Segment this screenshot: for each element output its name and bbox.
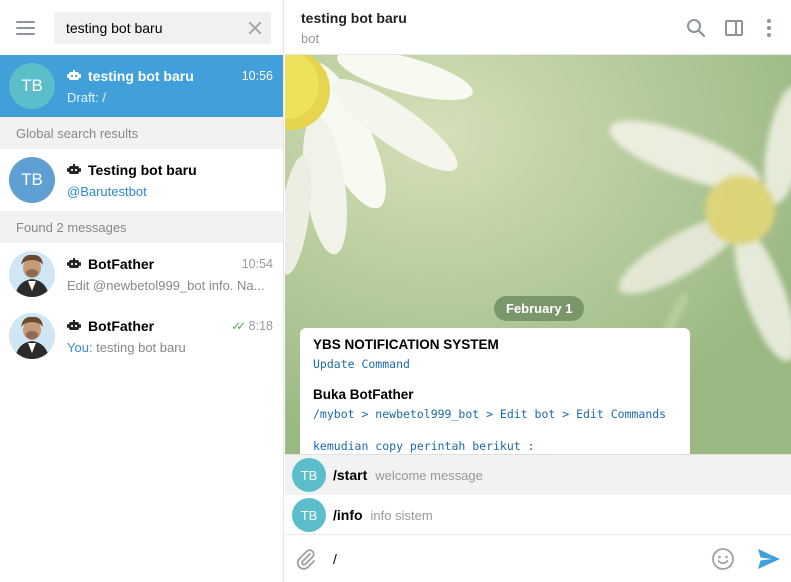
command-suggestions: TB /start welcome message TB /info info … (285, 454, 791, 534)
sidebar-icon[interactable] (724, 18, 744, 38)
message-preview: Edit @newbetol999_bot info. Na... (67, 277, 265, 293)
bot-icon (67, 164, 81, 174)
avatar: TB (292, 498, 326, 532)
draft-text: / (98, 89, 107, 105)
bubble-code: kemudian copy perintah berikut : (313, 439, 535, 453)
chat-name: BotFather (88, 317, 155, 334)
avatar: TB (9, 63, 55, 109)
more-icon[interactable] (765, 18, 773, 38)
bot-icon (67, 258, 81, 268)
menu-icon[interactable] (14, 18, 37, 38)
message-input[interactable] (317, 550, 711, 567)
chat-header[interactable]: testing bot baru bot (285, 0, 791, 55)
command-description: info sistem (370, 507, 433, 523)
command-description: welcome message (375, 467, 483, 483)
search-bar (0, 0, 283, 55)
username: @Barutestbot (67, 183, 147, 199)
message-time-group: ✓✓ 8:18 (231, 319, 273, 333)
bot-icon (67, 320, 81, 330)
message-bubble[interactable]: YBS NOTIFICATION SYSTEM Update Command B… (300, 328, 690, 454)
search-icon[interactable] (686, 18, 706, 38)
send-icon[interactable] (757, 548, 781, 570)
sender-label: You: (67, 339, 93, 355)
botfather-avatar (9, 251, 55, 297)
chat-name: Testing bot baru (88, 161, 197, 178)
avatar: TB (292, 458, 326, 492)
attach-icon[interactable] (295, 548, 317, 570)
search-box[interactable] (54, 11, 271, 44)
bubble-code: /mybot > newbetol999_bot > Edit bot > Ed… (313, 407, 667, 421)
chat-panel: testing bot baru bot February 1 YBS NOTI… (285, 0, 791, 582)
bubble-code: Update Command (313, 357, 410, 371)
message-time: 8:18 (248, 318, 273, 333)
emoji-icon[interactable] (711, 547, 735, 571)
search-input[interactable] (66, 19, 247, 36)
command-name: /start (333, 467, 368, 483)
chat-item-active[interactable]: TB testing bot baru 10:56 Draft: / (0, 55, 283, 117)
clear-icon[interactable] (247, 20, 263, 36)
chat-name: BotFather (88, 255, 155, 272)
draft-label: Draft: (67, 89, 99, 105)
bubble-line: YBS NOTIFICATION SYSTEM (313, 337, 499, 352)
section-header: Found 2 messages (0, 211, 283, 243)
command-suggestion[interactable]: TB /info info sistem (285, 495, 791, 535)
message-preview: testing bot baru (92, 339, 186, 355)
avatar: TB (9, 157, 55, 203)
message-composer (285, 534, 791, 582)
command-suggestion[interactable]: TB /start welcome message (285, 455, 791, 495)
message-area[interactable]: February 1 YBS NOTIFICATION SYSTEM Updat… (285, 55, 791, 454)
botfather-avatar (9, 313, 55, 359)
chat-time: 10:56 (241, 68, 273, 83)
chat-name: testing bot baru (88, 67, 194, 84)
bot-icon (67, 70, 81, 80)
bubble-line: Buka BotFather (313, 387, 414, 402)
message-time: 10:54 (241, 256, 273, 271)
command-name: /info (333, 507, 363, 523)
date-divider: February 1 (494, 296, 585, 321)
message-result[interactable]: BotFather 10:54 Edit @newbetol999_bot in… (0, 243, 283, 305)
chat-list-panel: TB testing bot baru 10:56 Draft: / Globa… (0, 0, 284, 582)
double-check-icon: ✓✓ (231, 318, 246, 333)
global-search-result[interactable]: TB Testing bot baru @Barutestbot (0, 149, 283, 211)
message-result[interactable]: BotFather ✓✓ 8:18 You: testing bot baru (0, 305, 283, 367)
section-header: Global search results (0, 117, 283, 149)
